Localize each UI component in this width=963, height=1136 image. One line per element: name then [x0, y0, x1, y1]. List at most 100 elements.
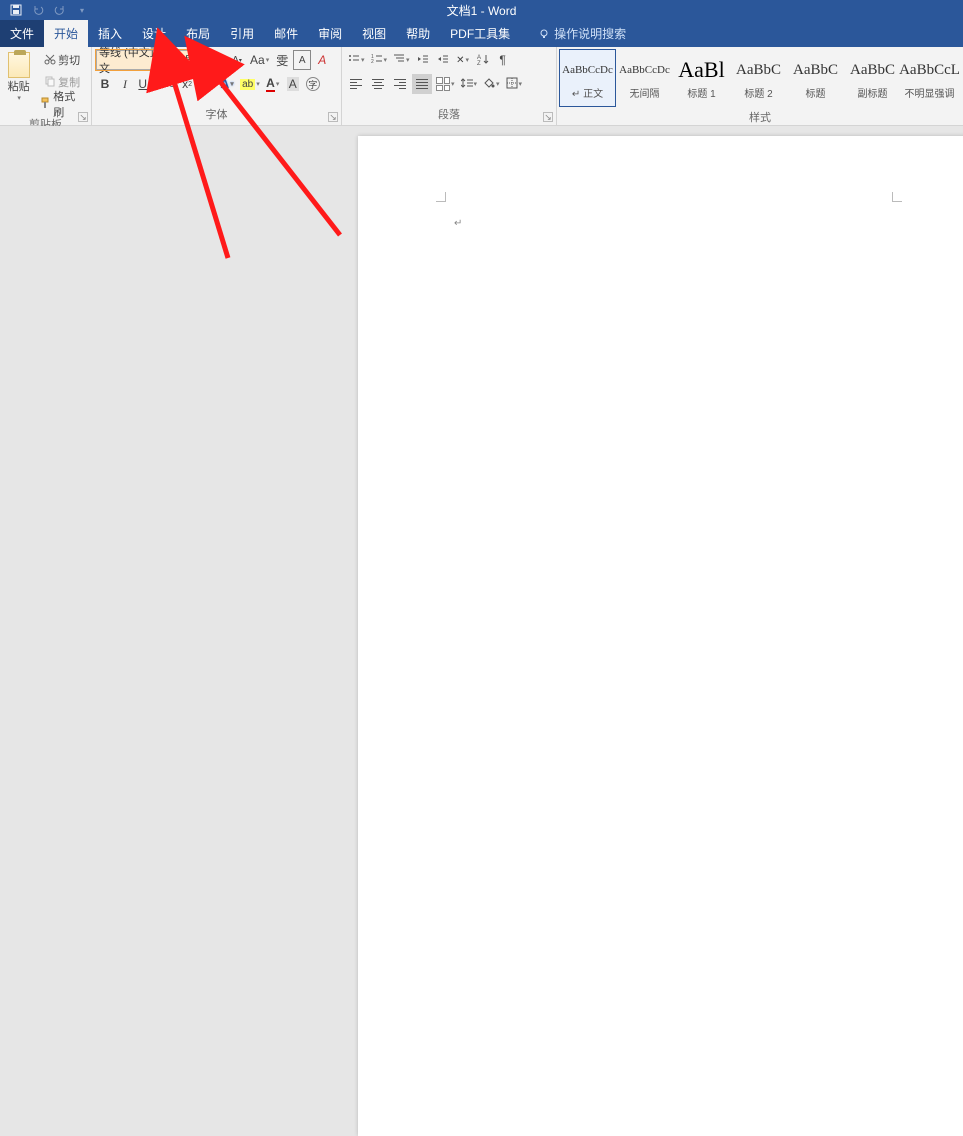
- chevron-down-icon[interactable]: ▾: [200, 53, 204, 62]
- group-styles: AaBbCcDc↵ 正文AaBbCcDc无间隔AaBl标题 1AaBbC标题 2…: [557, 47, 963, 125]
- style-name: 标题 1: [687, 85, 715, 100]
- style-item-5[interactable]: AaBbC副标题: [844, 49, 901, 107]
- bullets-icon: [348, 53, 360, 68]
- numbering-icon: 12: [371, 53, 383, 68]
- tab-design[interactable]: 设计: [132, 20, 176, 47]
- style-item-1[interactable]: AaBbCcDc无间隔: [616, 49, 673, 107]
- char-border-button[interactable]: A: [293, 50, 311, 70]
- align-right-button[interactable]: [390, 74, 410, 94]
- redo-icon[interactable]: [54, 4, 66, 16]
- pilcrow-icon: ¶: [499, 53, 505, 67]
- sort-button[interactable]: AZ: [474, 50, 492, 70]
- style-preview: AaBl: [678, 56, 724, 84]
- grow-font-button[interactable]: A▴: [208, 50, 226, 70]
- tab-help[interactable]: 帮助: [396, 20, 440, 47]
- copy-button[interactable]: 复制: [37, 72, 87, 92]
- paragraph-mark: ↵: [454, 218, 462, 229]
- tab-pdf[interactable]: PDF工具集: [440, 20, 520, 47]
- asian-layout-button[interactable]: ✕▾: [454, 50, 472, 70]
- clipboard-launcher[interactable]: ↘: [78, 112, 88, 122]
- style-preview: AaBbC: [793, 56, 838, 84]
- style-item-6[interactable]: AaBbCcL不明显强调: [901, 49, 958, 107]
- tab-references[interactable]: 引用: [220, 20, 264, 47]
- style-item-4[interactable]: AaBbC标题: [787, 49, 844, 107]
- borders-button[interactable]: ▾: [504, 74, 525, 94]
- align-left-button[interactable]: [346, 74, 366, 94]
- numbering-button[interactable]: 12▾: [369, 50, 390, 70]
- group-font: 等线 (中文正文 ▾ 五号 ▾ A▴ A▾ Aa▾ 雯 A A B I U: [92, 47, 342, 125]
- cut-button[interactable]: 剪切: [37, 50, 87, 70]
- show-marks-button[interactable]: ¶: [494, 50, 512, 70]
- tell-me-label: 操作说明搜索: [554, 25, 626, 42]
- tab-home[interactable]: 开始: [44, 20, 88, 47]
- text-effects-button[interactable]: A▾: [218, 74, 236, 94]
- char-shading-button[interactable]: A: [284, 74, 302, 94]
- svg-text:2: 2: [371, 59, 374, 65]
- shading-button[interactable]: ▾: [481, 74, 502, 94]
- margin-corner-icon: [436, 192, 446, 202]
- align-center-button[interactable]: [368, 74, 388, 94]
- line-spacing-icon: [461, 77, 473, 92]
- qat-more-icon[interactable]: ▾: [76, 4, 88, 16]
- strikethrough-button[interactable]: abc: [156, 74, 176, 94]
- font-size-value: 五号: [173, 52, 195, 68]
- line-spacing-button[interactable]: ▾: [459, 74, 480, 94]
- chevron-down-icon[interactable]: ▾: [162, 53, 166, 62]
- paragraph-group-label: 段落: [342, 104, 556, 125]
- style-name: 标题 2: [744, 85, 772, 100]
- font-size-combo[interactable]: 五号 ▾: [170, 50, 206, 70]
- copy-label: 复制: [58, 74, 80, 90]
- tab-review[interactable]: 审阅: [308, 20, 352, 47]
- tab-mailings[interactable]: 邮件: [264, 20, 308, 47]
- save-icon[interactable]: [10, 4, 22, 16]
- shrink-font-button[interactable]: A▾: [228, 50, 246, 70]
- font-launcher[interactable]: ↘: [328, 112, 338, 122]
- clipboard-icon: [8, 52, 30, 78]
- tab-layout[interactable]: 布局: [176, 20, 220, 47]
- phonetic-guide-button[interactable]: 雯: [273, 50, 291, 70]
- styles-gallery[interactable]: AaBbCcDc↵ 正文AaBbCcDc无间隔AaBl标题 1AaBbC标题 2…: [559, 49, 958, 107]
- superscript-button[interactable]: x2: [198, 74, 216, 94]
- group-clipboard: 粘贴 ▾ 剪切 复制: [0, 47, 92, 125]
- clear-formatting-button[interactable]: A: [313, 50, 331, 70]
- undo-icon[interactable]: [32, 4, 44, 16]
- sort-icon: AZ: [477, 53, 489, 68]
- bullets-button[interactable]: ▾: [346, 50, 367, 70]
- bold-button[interactable]: B: [96, 74, 114, 94]
- title-bar: ▾ 文档1 - Word: [0, 0, 963, 20]
- distributed-button[interactable]: ▾: [434, 74, 457, 94]
- multilevel-list-button[interactable]: ▾: [391, 50, 412, 70]
- subscript-button[interactable]: x2: [178, 74, 196, 94]
- style-name: 标题: [806, 85, 826, 100]
- cut-label: 剪切: [58, 52, 80, 68]
- tab-file[interactable]: 文件: [0, 20, 44, 47]
- tab-insert[interactable]: 插入: [88, 20, 132, 47]
- style-preview: AaBbCcDc: [619, 56, 670, 84]
- quick-access-toolbar: ▾: [0, 4, 88, 16]
- style-preview: AaBbC: [850, 56, 895, 84]
- document-page[interactable]: ↵: [358, 136, 963, 1136]
- change-case-button[interactable]: Aa▾: [248, 50, 271, 70]
- paragraph-launcher[interactable]: ↘: [543, 112, 553, 122]
- underline-button[interactable]: U▾: [136, 74, 154, 94]
- style-item-2[interactable]: AaBl标题 1: [673, 49, 730, 107]
- style-item-3[interactable]: AaBbC标题 2: [730, 49, 787, 107]
- ribbon-tabs: 文件 开始 插入 设计 布局 引用 邮件 审阅 视图 帮助 PDF工具集 操作说…: [0, 20, 963, 47]
- font-family-combo[interactable]: 等线 (中文正文 ▾: [96, 50, 168, 70]
- group-paragraph: ▾ 12▾ ▾ ✕▾ AZ: [342, 47, 557, 125]
- style-item-0[interactable]: AaBbCcDc↵ 正文: [559, 49, 616, 107]
- align-justify-button[interactable]: [412, 74, 432, 94]
- increase-indent-button[interactable]: [434, 50, 452, 70]
- paste-button[interactable]: 粘贴 ▾: [4, 50, 33, 114]
- italic-button[interactable]: I: [116, 74, 134, 94]
- ribbon: 粘贴 ▾ 剪切 复制: [0, 47, 963, 126]
- enclose-char-button[interactable]: 字: [304, 74, 322, 94]
- chevron-down-icon[interactable]: ▾: [17, 94, 21, 102]
- grid-icon: [436, 77, 450, 91]
- font-color-button[interactable]: A▾: [264, 74, 282, 94]
- font-group-label: 字体: [92, 104, 341, 125]
- decrease-indent-button[interactable]: [414, 50, 432, 70]
- highlight-button[interactable]: ab▾: [238, 74, 262, 94]
- tell-me-search[interactable]: 操作说明搜索: [528, 20, 636, 47]
- tab-view[interactable]: 视图: [352, 20, 396, 47]
